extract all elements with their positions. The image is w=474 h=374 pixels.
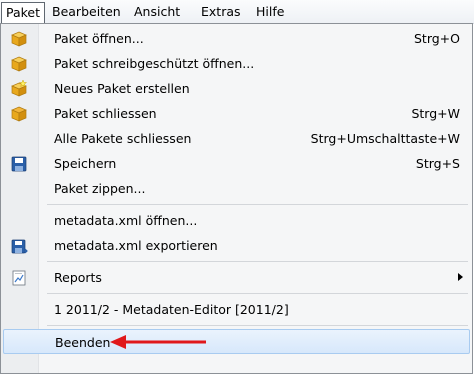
report-icon bbox=[12, 270, 26, 286]
menu-bearbeiten[interactable]: Bearbeiten bbox=[48, 3, 125, 21]
menu-item-shortcut: Strg+S bbox=[415, 156, 460, 171]
menu-item-label: metadata.xml exportieren bbox=[54, 238, 218, 253]
menu-item-shortcut: Strg+W bbox=[411, 106, 460, 121]
menu-item-metadata-oeffnen[interactable]: metadata.xml öffnen... bbox=[1, 208, 472, 233]
save-icon bbox=[11, 156, 27, 172]
menu-hilfe[interactable]: Hilfe bbox=[252, 3, 288, 21]
menu-item-label: Paket zippen... bbox=[54, 181, 146, 196]
menu-item-neues-paket[interactable]: Neues Paket erstellen bbox=[1, 76, 472, 101]
menu-separator bbox=[47, 261, 468, 262]
menu-item-shortcut: Strg+Umschalttaste+W bbox=[310, 131, 460, 146]
menu-item-label: Paket schreibgeschützt öffnen... bbox=[54, 56, 255, 71]
menu-item-paket-schreibgeschuetzt-oeffnen[interactable]: Paket schreibgeschützt öffnen... bbox=[1, 51, 472, 76]
package-open-icon bbox=[11, 31, 27, 47]
menu-item-metadata-exportieren[interactable]: metadata.xml exportieren bbox=[1, 233, 472, 258]
menu-item-label: Reports bbox=[54, 270, 102, 285]
submenu-arrow-icon bbox=[458, 273, 463, 281]
menu-item-speichern[interactable]: Speichern Strg+S bbox=[1, 151, 472, 176]
package-close-icon bbox=[11, 106, 27, 122]
paket-dropdown-menu: Paket öffnen... Strg+O Paket schreibgesc… bbox=[0, 23, 473, 374]
menu-item-paket-schliessen[interactable]: Paket schliessen Strg+W bbox=[1, 101, 472, 126]
menu-item-label: metadata.xml öffnen... bbox=[54, 213, 198, 228]
menu-item-shortcut: Strg+O bbox=[413, 31, 460, 46]
menu-item-recent-package[interactable]: 1 2011/2 - Metadaten-Editor [2011/2] bbox=[1, 297, 472, 322]
package-readonly-icon bbox=[11, 56, 27, 72]
menu-item-reports[interactable]: Reports bbox=[1, 265, 472, 290]
menu-item-label: Paket schliessen bbox=[54, 106, 157, 121]
menu-ansicht[interactable]: Ansicht bbox=[130, 3, 184, 21]
menu-item-label: Paket öffnen... bbox=[54, 31, 144, 46]
menu-item-label: 1 2011/2 - Metadaten-Editor [2011/2] bbox=[54, 302, 289, 317]
package-new-icon bbox=[11, 80, 28, 97]
menu-item-paket-zippen[interactable]: Paket zippen... bbox=[1, 176, 472, 201]
menu-separator bbox=[47, 325, 468, 326]
menu-item-label: Speichern bbox=[54, 156, 117, 171]
menu-item-beenden[interactable]: Beenden bbox=[3, 329, 470, 354]
export-icon bbox=[11, 239, 28, 254]
menu-item-label: Beenden bbox=[55, 335, 111, 350]
menu-extras[interactable]: Extras bbox=[197, 3, 245, 21]
menu-item-label: Alle Pakete schliessen bbox=[54, 131, 192, 146]
menu-bar: Paket Bearbeiten Ansicht Extras Hilfe bbox=[0, 0, 474, 24]
annotation-arrow-icon bbox=[110, 335, 206, 349]
menu-item-alle-pakete-schliessen[interactable]: Alle Pakete schliessen Strg+Umschalttast… bbox=[1, 126, 472, 151]
menu-item-label: Neues Paket erstellen bbox=[54, 81, 190, 96]
menu-paket[interactable]: Paket bbox=[1, 2, 46, 24]
menu-separator bbox=[47, 293, 468, 294]
menu-separator bbox=[47, 204, 468, 205]
menu-item-paket-oeffnen[interactable]: Paket öffnen... Strg+O bbox=[1, 26, 472, 51]
